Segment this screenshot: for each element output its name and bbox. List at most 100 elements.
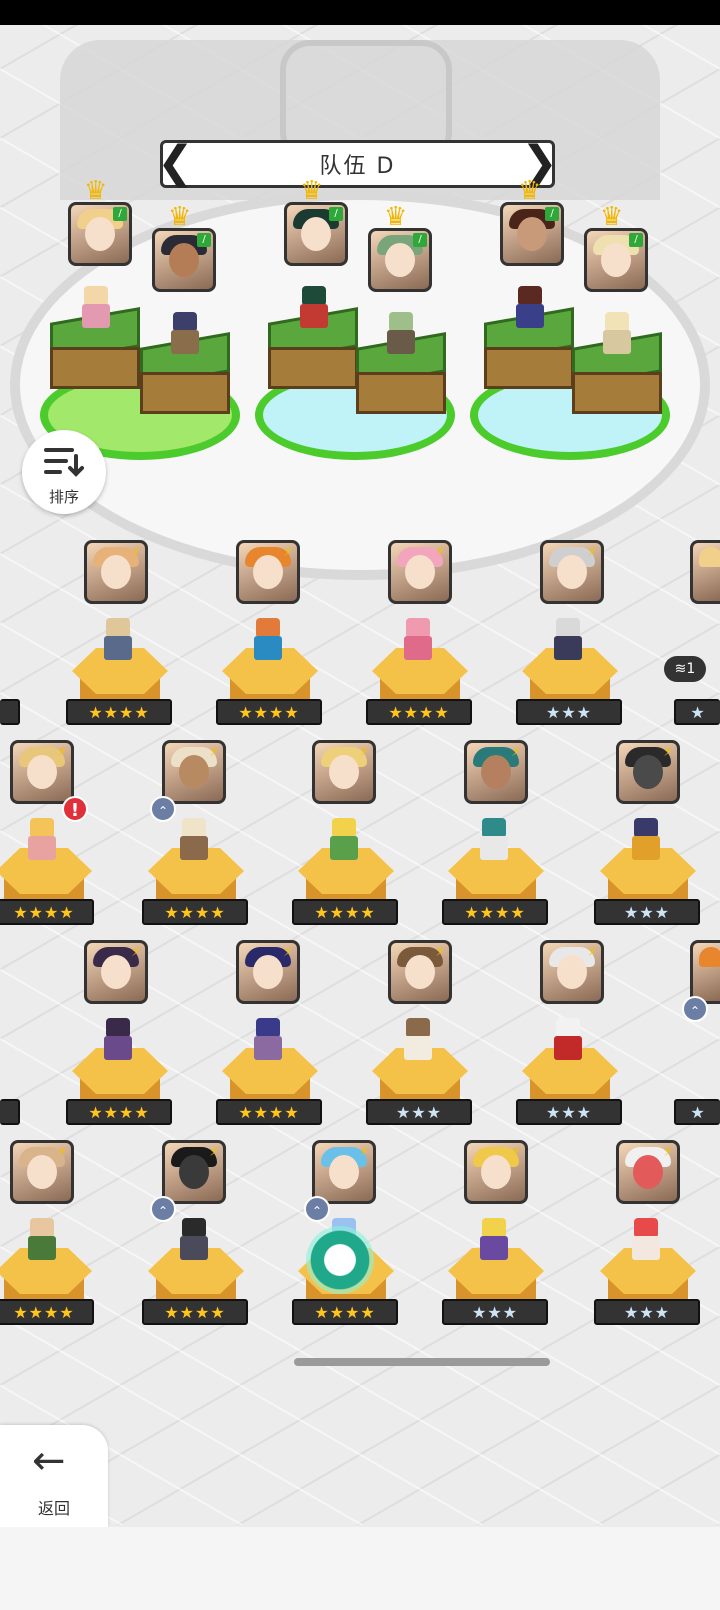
hero-portrait[interactable]: ⚡ <box>540 940 604 1004</box>
crown-icon: ♛ <box>300 176 324 206</box>
hero-sprite <box>98 618 138 662</box>
hero-sprite <box>381 312 421 356</box>
upgrade-badge: ⌃ <box>150 796 176 822</box>
back-button[interactable]: ← 返回 <box>0 1425 108 1527</box>
system-nav-bar <box>0 1527 720 1610</box>
star-rating: ★★★★ <box>0 899 94 925</box>
lightning-icon: ⚡ <box>283 944 293 960</box>
lightning-icon: ⚡ <box>663 1144 673 1160</box>
lightning-icon: ⚡ <box>511 1144 521 1160</box>
hero-sprite <box>597 312 637 356</box>
star-rating: ★★★ <box>442 1299 548 1325</box>
lightning-icon: ⚡ <box>359 744 369 760</box>
hero-portrait[interactable]: ⚡ <box>10 1140 74 1204</box>
star-rating: ★ <box>674 699 720 725</box>
star-rating: ★★★★ <box>216 1099 322 1125</box>
hero-sprite <box>248 1018 288 1062</box>
hero-portrait[interactable] <box>690 540 720 604</box>
arrow-left-icon: ← <box>32 1438 66 1484</box>
lightning-icon: ⚡ <box>209 1144 219 1160</box>
star-rating: ★★★ <box>594 899 700 925</box>
hero-portrait[interactable]: ⚡ <box>616 740 680 804</box>
hero-portrait: / <box>284 202 348 266</box>
star-rating <box>0 699 20 725</box>
hero-portrait[interactable]: ⚡ <box>84 940 148 1004</box>
hero-portrait[interactable]: ⚡ <box>312 740 376 804</box>
leaf-icon: / <box>197 233 211 247</box>
team-selector: ❮ 队伍 D ❯ <box>157 139 558 188</box>
hero-sprite <box>22 818 62 862</box>
stack-count: 1 <box>686 661 696 677</box>
hero-sprite <box>324 818 364 862</box>
lightning-icon: ⚡ <box>209 744 219 760</box>
upgrade-badge: ⌃ <box>150 1196 176 1222</box>
star-rating: ★★★★ <box>366 699 472 725</box>
star-rating: ★★★ <box>366 1099 472 1125</box>
hero-portrait[interactable]: ⚡ <box>540 540 604 604</box>
star-rating: ★★★★ <box>0 1299 94 1325</box>
star-rating: ★ <box>674 1099 720 1125</box>
leaf-icon: / <box>413 233 427 247</box>
hero-sprite <box>398 618 438 662</box>
hero-portrait[interactable]: ⚡ <box>162 1140 226 1204</box>
team-name: 队伍 D <box>319 154 396 179</box>
star-rating: ★★★★ <box>292 1299 398 1325</box>
lightning-icon: ⚡ <box>511 744 521 760</box>
lightning-icon: ⚡ <box>131 544 141 560</box>
star-rating: ★★★ <box>516 699 622 725</box>
hero-portrait[interactable] <box>690 940 720 1004</box>
hero-portrait[interactable]: ⚡ <box>162 740 226 804</box>
leaf-icon: / <box>545 207 559 221</box>
hero-portrait[interactable]: ⚡ <box>464 1140 528 1204</box>
hero-portrait[interactable]: ⚡ <box>388 540 452 604</box>
hero-portrait[interactable]: ⚡ <box>312 1140 376 1204</box>
lightning-icon: ⚡ <box>435 544 445 560</box>
hero-portrait[interactable]: ⚡ <box>84 540 148 604</box>
star-rating: ★★★★ <box>142 899 248 925</box>
hero-portrait[interactable]: ⚡ <box>616 1140 680 1204</box>
touch-indicator <box>306 1226 374 1294</box>
crown-icon: ♛ <box>600 202 624 232</box>
star-rating: ★★★ <box>516 1099 622 1125</box>
lightning-icon: ⚡ <box>283 544 293 560</box>
stack-count-badge: ≋1 <box>664 656 706 682</box>
star-rating: ★★★★ <box>142 1299 248 1325</box>
star-rating: ★★★★ <box>442 899 548 925</box>
hero-portrait: / <box>500 202 564 266</box>
star-rating <box>0 1099 20 1125</box>
leaf-icon: / <box>629 233 643 247</box>
hero-sprite <box>98 1018 138 1062</box>
horizontal-scrollbar[interactable] <box>294 1358 550 1366</box>
hero-portrait[interactable]: ⚡ <box>388 940 452 1004</box>
hero-sprite <box>548 1018 588 1062</box>
hero-portrait[interactable]: ⚡ <box>10 740 74 804</box>
crown-icon: ♛ <box>168 202 192 232</box>
hero-sprite <box>474 1218 514 1262</box>
leaf-icon: / <box>329 207 343 221</box>
crown-icon: ♛ <box>84 176 108 206</box>
hero-portrait[interactable]: ⚡ <box>464 740 528 804</box>
hero-portrait[interactable]: ⚡ <box>236 940 300 1004</box>
sort-list-icon <box>44 448 84 477</box>
hero-sprite <box>165 312 205 356</box>
crown-icon: ♛ <box>384 202 408 232</box>
lightning-icon: ⚡ <box>57 744 67 760</box>
lightning-icon: ⚡ <box>663 744 673 760</box>
hero-sprite <box>398 1018 438 1062</box>
hero-sprite <box>626 818 666 862</box>
chevron-left-icon[interactable]: ❮ <box>157 139 194 187</box>
star-rating: ★★★★ <box>66 1099 172 1125</box>
star-rating: ★★★★ <box>216 699 322 725</box>
hero-sprite <box>248 618 288 662</box>
hero-sprite <box>174 1218 214 1262</box>
back-label: 返回 <box>37 1499 70 1518</box>
hero-portrait: / <box>584 228 648 292</box>
hero-portrait[interactable]: ⚡ <box>236 540 300 604</box>
lightning-icon: ⚡ <box>587 944 597 960</box>
sort-label: 排序 <box>48 488 79 506</box>
hero-sprite <box>474 818 514 862</box>
status-bar <box>0 0 720 25</box>
hero-sprite <box>22 1218 62 1262</box>
lightning-icon: ⚡ <box>587 544 597 560</box>
sort-button[interactable]: 排序 <box>22 430 106 514</box>
